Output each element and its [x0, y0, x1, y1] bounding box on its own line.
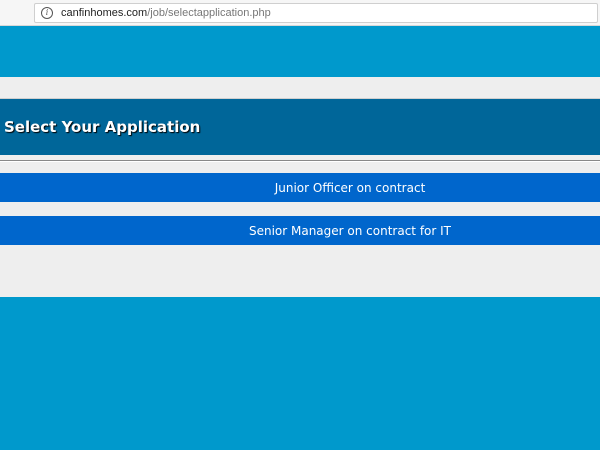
url-path: /job/selectapplication.php	[147, 7, 271, 19]
url-host: canfinhomes.com	[61, 7, 148, 19]
main-content: Select Your Application Junior Officer o…	[0, 77, 600, 297]
browser-toolbar: i canfinhomes.com/job/selectapplication.…	[0, 0, 600, 26]
divider	[0, 160, 600, 162]
info-icon[interactable]: i	[41, 7, 53, 19]
url-text[interactable]: canfinhomes.com/job/selectapplication.ph…	[61, 7, 271, 19]
application-button-junior-officer[interactable]: Junior Officer on contract	[0, 173, 600, 202]
application-button-senior-manager[interactable]: Senior Manager on contract for IT	[0, 216, 600, 245]
top-banner	[0, 26, 600, 77]
footer-band	[0, 297, 600, 450]
address-bar[interactable]: i canfinhomes.com/job/selectapplication.…	[34, 3, 598, 23]
page-title: Select Your Application	[4, 118, 201, 136]
page-header: Select Your Application	[0, 98, 600, 155]
